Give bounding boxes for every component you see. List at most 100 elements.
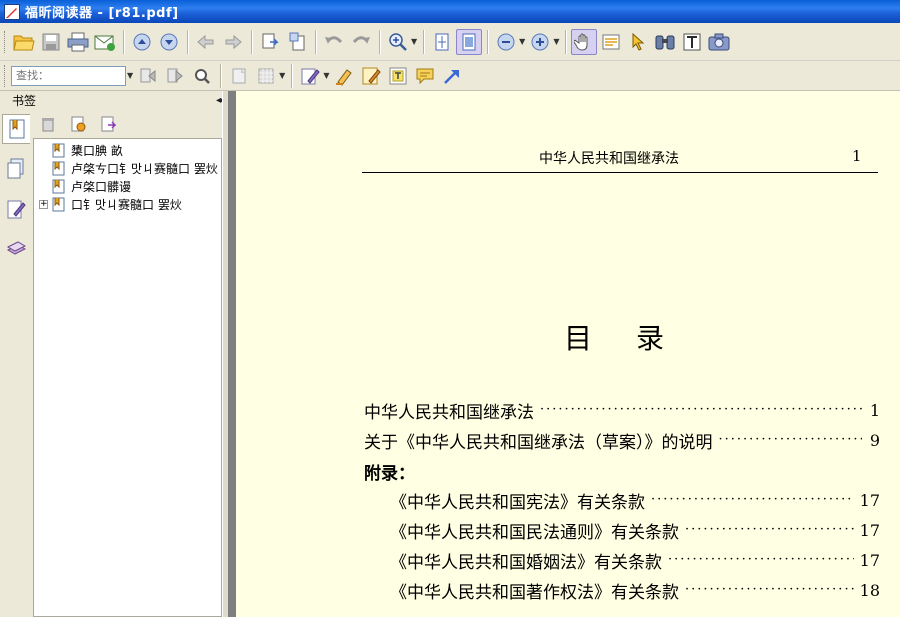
toc-entry[interactable]: 关于《中华人民共和国继承法（草案）》的说明 ··················…	[364, 429, 880, 453]
fit-width-icon	[462, 33, 476, 50]
toolbar-separator	[187, 29, 189, 54]
header-rule	[362, 172, 878, 173]
redo-button[interactable]	[348, 29, 374, 55]
snapshot-button[interactable]	[706, 29, 732, 55]
zoom-tool-button[interactable]	[385, 29, 411, 55]
redo-icon	[352, 35, 370, 44]
bookmarks-panel: 书签 ◂◂ 橥口腆 畝 卢棨ㄘ口钅맛ㄐ赛髓口 罢炏 卢棨口髒谩 + 口钅맛ㄐ赛髓…	[0, 91, 226, 617]
select-text-icon	[602, 34, 620, 49]
toolbar-grip[interactable]	[4, 30, 7, 53]
extract-page-button[interactable]	[257, 29, 283, 55]
find-next-button[interactable]	[162, 63, 188, 89]
arrow-left-icon	[197, 34, 214, 49]
chevron-down-icon[interactable]: ▼	[127, 71, 133, 80]
toc-entry-page: 9	[869, 430, 880, 450]
bookmark-item[interactable]: 卢棨口髒谩	[34, 177, 221, 195]
chevron-down-icon[interactable]: ▼	[279, 71, 285, 80]
toc-entry-text: 《中华人民共和国宪法》有关条款	[390, 492, 645, 513]
note-tool-button[interactable]	[226, 63, 252, 89]
find-previous-button[interactable]	[135, 63, 161, 89]
comment-tool-button[interactable]	[358, 63, 384, 89]
printer-icon	[67, 32, 89, 51]
tab-bookmarks[interactable]	[2, 114, 30, 144]
find-button[interactable]	[652, 29, 678, 55]
fit-width-button[interactable]	[456, 28, 483, 55]
toc-entry-text: 《中华人民共和国民法通则》有关条款	[390, 522, 679, 543]
text-select-button[interactable]	[598, 29, 624, 55]
camera-icon	[708, 33, 730, 50]
toc-entry[interactable]: 《中华人民共和国宪法》有关条款 ························…	[390, 489, 880, 513]
toolbar-grip[interactable]	[4, 64, 7, 87]
layers-icon	[6, 241, 26, 255]
toc-entry[interactable]: 中华人民共和国继承法 ·····························…	[364, 399, 880, 423]
toc-entry[interactable]: 《中华人民共和国婚姻法》有关条款 ·······················…	[390, 549, 880, 573]
toc-title: 目录	[564, 322, 709, 355]
pattern-tool-button[interactable]	[253, 63, 279, 89]
undo-button[interactable]	[321, 29, 347, 55]
next-page-button[interactable]	[156, 29, 182, 55]
undo-icon	[325, 35, 343, 44]
zoom-out-button[interactable]	[493, 29, 519, 55]
add-bookmark-icon[interactable]	[70, 116, 86, 132]
pdf-page: 中华人民共和国继承法 1 目录 中华人民共和国继承法 ·············…	[236, 91, 900, 617]
back-button[interactable]	[193, 29, 219, 55]
search-input[interactable]	[11, 65, 126, 86]
tab-pages[interactable]	[2, 154, 30, 184]
chevron-down-icon[interactable]: ▼	[411, 37, 417, 46]
bookmark-item[interactable]: 卢棨ㄘ口钅맛ㄐ赛髓口 罢炏	[34, 159, 221, 177]
tab-annotations[interactable]	[2, 194, 30, 224]
appendix-label: 附录：	[364, 464, 415, 484]
tab-layers[interactable]	[2, 234, 30, 264]
hand-tool-button[interactable]	[571, 28, 598, 55]
document-view[interactable]: 中华人民共和国继承法 1 目录 中华人民共和国继承法 ·············…	[236, 91, 900, 617]
search-button[interactable]	[189, 63, 215, 89]
export-bookmark-icon[interactable]	[100, 116, 116, 132]
toc-entry-text: 《中华人民共和国婚姻法》有关条款	[390, 552, 662, 573]
arrow-tool-button[interactable]	[439, 63, 465, 89]
pages-icon	[7, 158, 24, 179]
panel-splitter[interactable]	[222, 91, 237, 617]
chevron-down-icon[interactable]: ▼	[519, 37, 525, 46]
textbox-tool-button[interactable]	[385, 63, 411, 89]
chevron-down-icon[interactable]: ▼	[323, 71, 329, 80]
expand-toggle-icon[interactable]: +	[39, 199, 48, 209]
open-file-button[interactable]	[11, 29, 37, 55]
bookmark-label: 橥口腆 畝	[71, 143, 123, 158]
page-export-icon	[262, 33, 279, 48]
select-annotation-button[interactable]	[625, 29, 651, 55]
insert-page-button[interactable]	[284, 29, 310, 55]
toc-leader-dots: ········································…	[540, 402, 862, 417]
save-button[interactable]	[38, 29, 64, 55]
arrow-cursor-icon	[632, 32, 645, 51]
zoom-in-plus-icon	[531, 33, 549, 50]
trash-icon[interactable]	[40, 116, 56, 132]
app-icon	[4, 3, 20, 20]
email-button[interactable]	[92, 29, 118, 55]
typewriter-tool-button[interactable]	[331, 63, 357, 89]
chevron-down-icon[interactable]: ▼	[553, 37, 559, 46]
text-viewer-button[interactable]	[679, 29, 705, 55]
zoom-in-button[interactable]	[527, 29, 553, 55]
forward-button[interactable]	[220, 29, 246, 55]
annotation-pencil-icon	[7, 200, 26, 219]
diagonal-arrow-icon	[444, 69, 460, 84]
toolbar-separator	[379, 29, 381, 54]
fit-page-button[interactable]	[429, 29, 455, 55]
arrow-right-icon	[225, 34, 242, 49]
bookmark-tree: 橥口腆 畝 卢棨ㄘ口钅맛ㄐ赛髓口 罢炏 卢棨口髒谩 + 口钅맛ㄐ赛髓口 罢炏	[33, 138, 222, 617]
toc-entry[interactable]: 《中华人民共和国著作权法》有关条款 ······················…	[390, 579, 880, 603]
hand-icon	[574, 33, 588, 51]
pencil-edit-icon	[301, 68, 320, 84]
bookmark-item[interactable]: 橥口腆 畝	[34, 141, 221, 159]
pencil-tool-button[interactable]	[297, 63, 323, 89]
print-button[interactable]	[65, 29, 91, 55]
collapse-panel-icon[interactable]: ◂◂	[216, 95, 223, 106]
bookmark-icon	[52, 197, 65, 211]
toc-entry[interactable]: 《中华人民共和国民法通则》有关条款 ······················…	[390, 519, 880, 543]
toolbar-separator	[487, 29, 490, 54]
bookmark-item[interactable]: + 口钅맛ㄐ赛髓口 罢炏	[34, 195, 221, 213]
fit-page-icon	[435, 33, 449, 50]
panel-tab-strip	[0, 110, 32, 617]
previous-page-button[interactable]	[129, 29, 155, 55]
sticky-note-button[interactable]	[412, 63, 438, 89]
